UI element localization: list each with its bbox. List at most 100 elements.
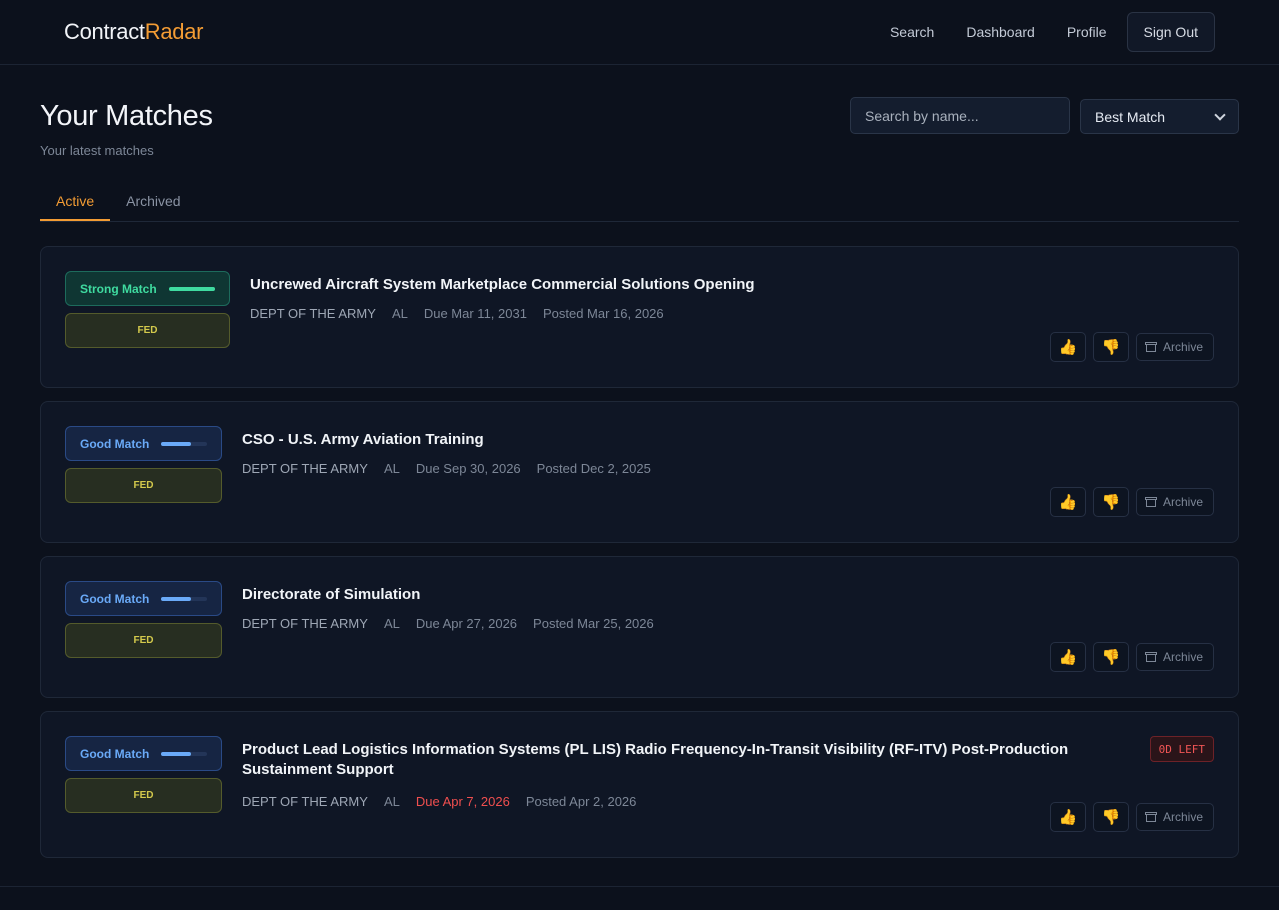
- match-title[interactable]: Uncrewed Aircraft System Marketplace Com…: [250, 275, 1214, 295]
- match-title[interactable]: Directorate of Simulation: [242, 585, 1214, 605]
- match-badges: Good Match FED: [65, 581, 222, 697]
- contract-type-badge: FED: [65, 468, 222, 503]
- days-left-badge: 0D LEFT: [1149, 736, 1214, 762]
- match-strength-label: Good Match: [80, 746, 150, 761]
- archive-box-icon: [1144, 812, 1157, 822]
- thumbs-down-button[interactable]: 👎: [1092, 487, 1129, 517]
- match-details: Directorate of Simulation DEPT OF THE AR…: [242, 581, 1214, 697]
- match-strength-badge: Good Match: [65, 581, 222, 616]
- archive-button[interactable]: Archive: [1135, 488, 1214, 516]
- match-due-date: Due Mar 11, 2031: [423, 306, 527, 321]
- match-list: Strong Match FED Uncrewed Aircraft Syste…: [40, 246, 1239, 858]
- thumbs-up-button[interactable]: 👍: [1049, 642, 1086, 672]
- archive-button[interactable]: Archive: [1135, 643, 1214, 671]
- main-content: Your Matches Your latest matches Best Ma…: [0, 65, 1279, 858]
- match-state: AL: [391, 306, 408, 321]
- match-details: Product Lead Logistics Information Syste…: [242, 736, 1214, 857]
- thumbs-down-icon: 👎: [1101, 494, 1121, 511]
- thumbs-down-button[interactable]: 👎: [1092, 642, 1129, 672]
- archive-label: Archive: [1162, 495, 1203, 509]
- page-title: Your Matches: [40, 100, 213, 132]
- match-strength-badge: Good Match: [65, 736, 222, 771]
- match-meta: DEPT OF THE ARMY AL Due Mar 11, 2031 Pos…: [250, 306, 1214, 321]
- tab-archived[interactable]: Archived: [110, 184, 196, 221]
- match-posted-date: Posted Mar 25, 2026: [533, 616, 654, 631]
- match-agency: DEPT OF THE ARMY: [250, 306, 376, 321]
- sort-select-value: Best Match: [1095, 108, 1166, 125]
- chevron-down-icon: [1214, 108, 1226, 121]
- main-nav: Search Dashboard Profile Sign Out: [874, 12, 1215, 52]
- page-header: Your Matches Your latest matches Best Ma…: [40, 65, 1239, 158]
- match-agency: DEPT OF THE ARMY: [242, 616, 368, 631]
- nav-dashboard[interactable]: Dashboard: [950, 24, 1051, 40]
- archive-button[interactable]: Archive: [1135, 333, 1214, 361]
- thumbs-up-icon: 👍: [1058, 809, 1078, 826]
- match-state: AL: [383, 794, 400, 809]
- page-subtitle: Your latest matches: [40, 143, 154, 158]
- thumbs-up-button[interactable]: 👍: [1049, 487, 1086, 517]
- archive-box-icon: [1144, 342, 1157, 352]
- match-due-date: Due Apr 27, 2026: [415, 616, 518, 631]
- match-due-date: Due Apr 7, 2026: [415, 794, 510, 809]
- logo[interactable]: ContractRadar: [64, 19, 203, 45]
- archive-label: Archive: [1162, 340, 1203, 354]
- contract-type-badge: FED: [65, 313, 230, 348]
- match-details: Uncrewed Aircraft System Marketplace Com…: [250, 271, 1214, 387]
- nav-search[interactable]: Search: [874, 24, 950, 40]
- match-strength-bar: [168, 286, 215, 291]
- tab-bar: Active Archived: [40, 184, 1239, 222]
- archive-label: Archive: [1162, 810, 1203, 824]
- match-strength-badge: Strong Match: [65, 271, 230, 306]
- match-title[interactable]: Product Lead Logistics Information Syste…: [242, 740, 1124, 780]
- match-strength-label: Good Match: [80, 591, 150, 606]
- match-card[interactable]: Good Match FED Product Lead Logistics In…: [40, 711, 1239, 858]
- match-posted-date: Posted Mar 16, 2026: [542, 306, 664, 321]
- match-meta: DEPT OF THE ARMY AL Due Apr 27, 2026 Pos…: [242, 616, 1214, 631]
- match-card[interactable]: Good Match FED Directorate of Simulation…: [40, 556, 1239, 698]
- top-bar: ContractRadar Search Dashboard Profile S…: [0, 0, 1279, 65]
- logo-part-contract: Contract: [64, 19, 145, 44]
- thumbs-up-button[interactable]: 👍: [1049, 332, 1086, 362]
- match-state: AL: [383, 461, 400, 476]
- match-details: CSO - U.S. Army Aviation Training DEPT O…: [242, 426, 1214, 542]
- archive-button[interactable]: Archive: [1135, 803, 1214, 831]
- footer-divider: [0, 886, 1279, 887]
- match-badges: Good Match FED: [65, 736, 222, 857]
- match-strength-bar: [161, 441, 207, 446]
- match-strength-badge: Good Match: [65, 426, 222, 461]
- match-agency: DEPT OF THE ARMY: [242, 794, 368, 809]
- match-strength-fill: [161, 751, 191, 756]
- match-strength-fill: [161, 596, 191, 601]
- match-card[interactable]: Good Match FED CSO - U.S. Army Aviation …: [40, 401, 1239, 543]
- thumbs-up-icon: 👍: [1058, 494, 1078, 511]
- match-strength-fill: [161, 441, 191, 446]
- match-strength-fill: [168, 286, 215, 291]
- match-strength-bar: [161, 751, 207, 756]
- title-block: Your Matches Your latest matches: [40, 98, 213, 158]
- thumbs-down-button[interactable]: 👎: [1092, 802, 1129, 832]
- match-meta: DEPT OF THE ARMY AL Due Sep 30, 2026 Pos…: [242, 461, 1214, 476]
- logo-part-radar: Radar: [144, 19, 204, 44]
- archive-box-icon: [1144, 652, 1157, 662]
- match-badges: Good Match FED: [65, 426, 222, 542]
- match-actions: 👍 👎 Archive: [1049, 642, 1214, 672]
- thumbs-up-button[interactable]: 👍: [1049, 802, 1086, 832]
- match-posted-date: Posted Apr 2, 2026: [525, 794, 637, 809]
- contract-type-badge: FED: [65, 778, 222, 813]
- match-state: AL: [383, 616, 400, 631]
- match-card[interactable]: Strong Match FED Uncrewed Aircraft Syste…: [40, 246, 1239, 388]
- sign-out-button[interactable]: Sign Out: [1126, 12, 1215, 52]
- nav-profile[interactable]: Profile: [1051, 24, 1123, 40]
- archive-box-icon: [1144, 497, 1157, 507]
- tab-active[interactable]: Active: [40, 184, 111, 221]
- contract-type-badge: FED: [65, 623, 222, 658]
- match-badges: Strong Match FED: [65, 271, 230, 387]
- sort-select[interactable]: Best Match: [1080, 99, 1239, 134]
- search-input[interactable]: [850, 97, 1070, 134]
- match-title[interactable]: CSO - U.S. Army Aviation Training: [242, 430, 1214, 450]
- match-strength-bar: [161, 596, 207, 601]
- match-due-date: Due Sep 30, 2026: [415, 461, 521, 476]
- match-actions: 👍 👎 Archive: [1049, 802, 1214, 832]
- match-meta: DEPT OF THE ARMY AL Due Apr 7, 2026 Post…: [242, 794, 1124, 809]
- thumbs-down-button[interactable]: 👎: [1092, 332, 1129, 362]
